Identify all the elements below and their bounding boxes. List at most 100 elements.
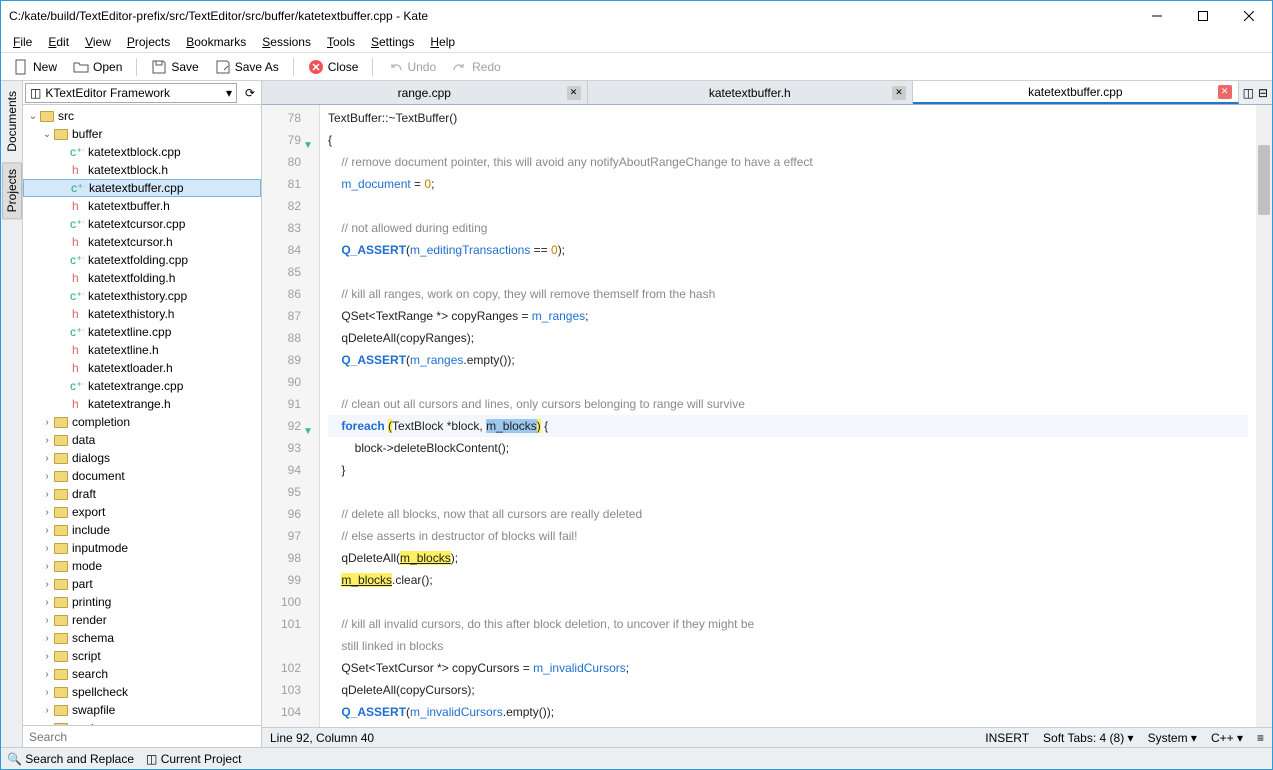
code-line[interactable]: m_blocks.clear(); [328,569,1248,591]
tree-item[interactable]: ⌄src [23,107,261,125]
code-line[interactable]: TextBuffer::~TextBuffer() [328,107,1248,129]
expander-icon[interactable]: › [41,543,53,554]
save-button[interactable]: Save [145,57,204,77]
tree-item[interactable]: c⁺⁺katetextblock.cpp [23,143,261,161]
expander-icon[interactable]: › [41,651,53,662]
tree-item[interactable]: hkatetextblock.h [23,161,261,179]
menu-file[interactable]: File [7,33,38,51]
tree-item[interactable]: c⁺⁺katetexthistory.cpp [23,287,261,305]
code-line[interactable]: qDeleteAll(m_blocks); [328,547,1248,569]
tab-close-icon[interactable]: ✕ [892,86,906,100]
tab-katetextbuffer-h[interactable]: katetextbuffer.h✕ [588,81,914,104]
open-button[interactable]: Open [67,57,128,77]
tree-item[interactable]: ›document [23,467,261,485]
menu-projects[interactable]: Projects [121,33,176,51]
close-doc-button[interactable]: Close [302,57,365,77]
menu-icon[interactable]: ≡ [1257,731,1264,745]
tree-item[interactable]: c⁺⁺katetextcursor.cpp [23,215,261,233]
code-line[interactable] [328,371,1248,393]
tree-item[interactable]: ›schema [23,629,261,647]
tree-item[interactable]: ›include [23,521,261,539]
new-button[interactable]: New [7,57,63,77]
code-line[interactable]: // clean out all cursors and lines, only… [328,393,1248,415]
code-line[interactable] [328,591,1248,613]
file-tree[interactable]: ⌄src⌄bufferc⁺⁺katetextblock.cpphkatetext… [23,105,261,725]
expander-icon[interactable]: ⌄ [27,111,39,122]
language-selector[interactable]: C++ ▾ [1211,731,1243,745]
tree-item[interactable]: ›search [23,665,261,683]
code-line[interactable]: // kill all ranges, work on copy, they w… [328,283,1248,305]
code-line[interactable]: Q_ASSERT(m_editingTransactions == 0); [328,239,1248,261]
code-line[interactable]: { [328,129,1248,151]
code-line[interactable]: foreach (TextBlock *block, m_blocks) { [328,415,1248,437]
code-line[interactable]: m_document = 0; [328,173,1248,195]
code-line[interactable]: qDeleteAll(copyCursors); [328,679,1248,701]
dock-tab-projects[interactable]: Projects [2,162,22,219]
code-line[interactable]: // else asserts in destructor of blocks … [328,525,1248,547]
tree-item[interactable]: ⌄buffer [23,125,261,143]
menu-view[interactable]: View [79,33,117,51]
expander-icon[interactable]: › [41,597,53,608]
minimize-button[interactable] [1134,1,1180,31]
menu-settings[interactable]: Settings [365,33,420,51]
menu-sessions[interactable]: Sessions [256,33,317,51]
expander-icon[interactable]: › [41,633,53,644]
tree-item[interactable]: hkatetextline.h [23,341,261,359]
code-line[interactable]: // remove document pointer, this will av… [328,151,1248,173]
tree-item[interactable]: c⁺⁺katetextline.cpp [23,323,261,341]
tree-item[interactable]: ›swapfile [23,701,261,719]
code-line[interactable]: QSet<TextRange *> copyRanges = m_ranges; [328,305,1248,327]
tree-item[interactable]: c⁺⁺katetextfolding.cpp [23,251,261,269]
expander-icon[interactable]: › [41,471,53,482]
tree-item[interactable]: ›completion [23,413,261,431]
expander-icon[interactable]: › [41,705,53,716]
code-line[interactable] [328,481,1248,503]
tree-item[interactable]: ›printing [23,593,261,611]
menu-help[interactable]: Help [424,33,461,51]
tree-item[interactable]: ›script [23,647,261,665]
undo-button[interactable]: Undo [381,57,442,77]
code-area[interactable]: TextBuffer::~TextBuffer(){ // remove doc… [320,105,1256,727]
tree-search-input[interactable] [23,726,261,747]
expander-icon[interactable]: › [41,579,53,590]
code-line[interactable]: block->deleteBlockContent(); [328,437,1248,459]
tree-item[interactable]: hkatetextcursor.h [23,233,261,251]
tab-close-icon[interactable]: ✕ [567,86,581,100]
fold-marker-icon[interactable]: ▼ [303,135,313,157]
code-line[interactable]: // kill all invalid cursors, do this aft… [328,613,1248,635]
code-line[interactable]: QSet<TextCursor *> copyCursors = m_inval… [328,657,1248,679]
tree-item[interactable]: ›draft [23,485,261,503]
expander-icon[interactable]: › [41,615,53,626]
search-replace-tab[interactable]: 🔍 Search and Replace [7,752,134,766]
tab-settings[interactable]: Soft Tabs: 4 (8) ▾ [1043,731,1134,745]
tree-item[interactable]: ›export [23,503,261,521]
code-line[interactable]: qDeleteAll(copyRanges); [328,327,1248,349]
code-line[interactable] [328,261,1248,283]
tree-item[interactable]: ›dialogs [23,449,261,467]
current-project-tab[interactable]: ◫ Current Project [146,752,241,766]
code-editor[interactable]: 7879▼80818283848586878889909192▼93949596… [262,105,1272,727]
expander-icon[interactable]: › [41,435,53,446]
tree-item[interactable]: ›part [23,575,261,593]
refresh-button[interactable]: ⟳ [239,83,261,103]
code-line[interactable]: // not allowed during editing [328,217,1248,239]
tree-item[interactable]: ›data [23,431,261,449]
menu-bookmarks[interactable]: Bookmarks [180,33,252,51]
menu-tools[interactable]: Tools [321,33,361,51]
tree-item[interactable]: c⁺⁺katetextbuffer.cpp [23,179,261,197]
expander-icon[interactable]: › [41,507,53,518]
expander-icon[interactable]: › [41,561,53,572]
tab-range-cpp[interactable]: range.cpp✕ [262,81,588,104]
save-as-button[interactable]: Save As [209,57,285,77]
tree-item[interactable]: hkatetextrange.h [23,395,261,413]
expander-icon[interactable]: › [41,525,53,536]
expander-icon[interactable]: › [41,453,53,464]
code-line[interactable] [328,195,1248,217]
close-button[interactable] [1226,1,1272,31]
vertical-scrollbar[interactable] [1256,105,1272,727]
code-line[interactable]: } [328,459,1248,481]
insert-mode[interactable]: INSERT [985,731,1029,745]
tree-item[interactable]: hkatetextfolding.h [23,269,261,287]
project-selector[interactable]: ◫ KTextEditor Framework ▾ [25,83,237,103]
expander-icon[interactable]: › [41,417,53,428]
